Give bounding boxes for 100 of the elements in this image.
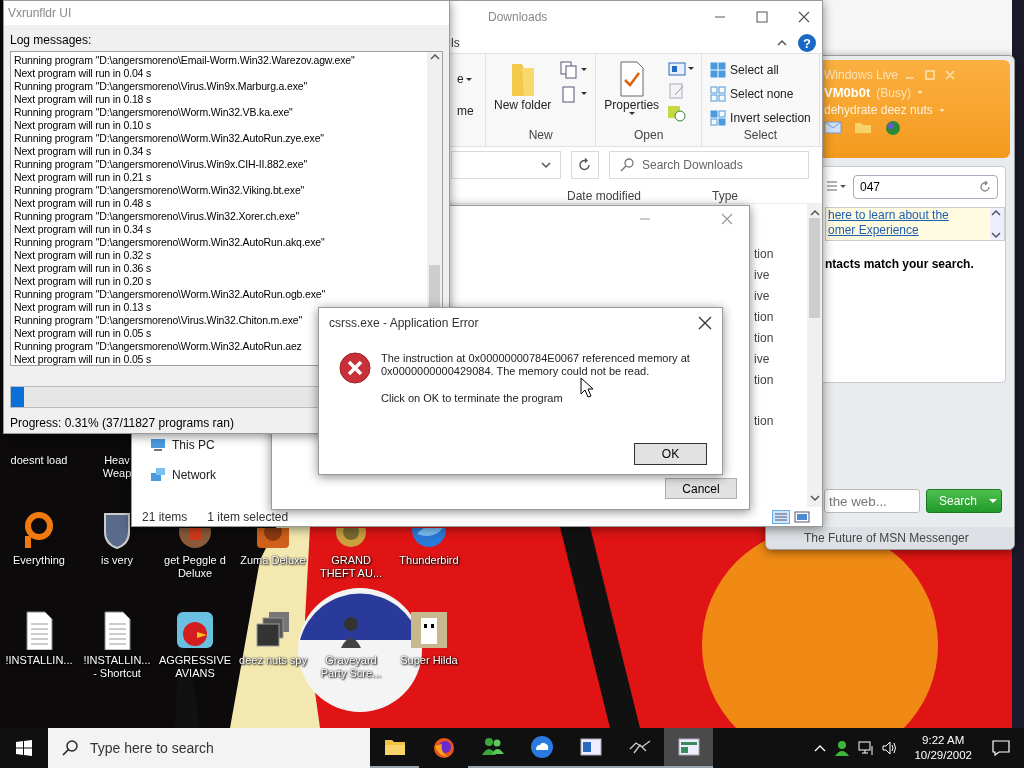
- icon-label[interactable]: get Peggle d Deluxe: [164, 554, 226, 580]
- icon-label[interactable]: AGGRESSIVE AVIANS: [158, 654, 232, 680]
- icon-label[interactable]: Graveyard Party Scre...: [320, 654, 382, 680]
- info-link[interactable]: here to learn about the: [828, 208, 990, 223]
- monitor-icon[interactable]: [150, 437, 166, 453]
- window-icon: [676, 735, 701, 759]
- log-line: Running program "D:\angersmoreno\Worm.Win32.AutoRun.aez: [14, 340, 302, 353]
- chevron-up-icon[interactable]: [776, 38, 788, 48]
- refresh-button[interactable]: [571, 151, 599, 179]
- column-header[interactable]: Date modified: [567, 189, 712, 203]
- log-line: Running program "D:\angersmoreno\Worm.Win32.AutoRun.zye.exe": [14, 132, 324, 145]
- icon-label[interactable]: Heav Weap: [102, 454, 132, 480]
- caret-icon: [989, 499, 997, 503]
- scrollbar[interactable]: [807, 204, 822, 507]
- ribbon-tab[interactable]: ls: [451, 36, 776, 50]
- help-button[interactable]: ?: [798, 34, 816, 52]
- log-line: Next program will run in 0.32 s: [14, 249, 152, 262]
- nav-item[interactable]: Network: [172, 468, 216, 482]
- group-label: Open: [633, 128, 665, 144]
- new-folder-button[interactable]: New folder: [492, 58, 554, 128]
- log-line: Next program will run in 0.34 s: [14, 145, 152, 158]
- caret-icon[interactable]: [465, 77, 472, 81]
- ribbon-label[interactable]: me: [457, 104, 474, 118]
- log-line: Next program will run in 0.05 s: [14, 353, 152, 366]
- maximize-icon[interactable]: [756, 11, 768, 23]
- close-icon[interactable]: [698, 316, 712, 330]
- fox-icon: [431, 736, 456, 760]
- picture-view-icon[interactable]: [794, 509, 810, 524]
- globe-icon[interactable]: [884, 120, 902, 136]
- icon-label[interactable]: is very: [101, 554, 133, 567]
- log-line: Next program will run in 0.13 s: [14, 301, 152, 314]
- windows-logo-icon[interactable]: [16, 740, 32, 756]
- log-line: Running program "D:\angersmoreno\Worm.Win32.AutoRun.ogb.exe": [14, 288, 326, 301]
- log-line: Next program will run in 0.21 s: [14, 171, 152, 184]
- open-icon[interactable]: [667, 60, 696, 78]
- details-view-icon[interactable]: [772, 509, 790, 524]
- log-line: Next program will run in 0.20 s: [14, 275, 152, 288]
- person-icon[interactable]: [834, 740, 851, 756]
- log-line: Next program will run in 0.05 s: [14, 327, 152, 340]
- volume-icon[interactable]: [882, 740, 899, 756]
- info-link[interactable]: omer Experience: [828, 223, 990, 238]
- column-header[interactable]: Type: [712, 189, 738, 203]
- log-line: Running program "D:\angersmoreno\Email-Worm.Win32.Warezov.agw.exe": [14, 54, 355, 67]
- properties-button[interactable]: Properties: [602, 58, 662, 128]
- network-icon[interactable]: [858, 740, 875, 756]
- icon-label[interactable]: Everything: [13, 554, 65, 567]
- history-icon[interactable]: [667, 104, 688, 122]
- window-icon: [578, 735, 603, 759]
- icon-label[interactable]: GRAND THEFT AU...: [319, 554, 383, 580]
- ok-button[interactable]: OK: [634, 443, 707, 465]
- new-item-icon[interactable]: [559, 84, 590, 104]
- table-cell-text: tion: [754, 309, 775, 326]
- chevron-up-icon[interactable]: [990, 208, 1002, 218]
- log-line: Next program will run in 0.36 s: [14, 262, 152, 275]
- taskbar-button[interactable]: [664, 728, 713, 768]
- log-label: Log messages:: [10, 33, 93, 47]
- select-option[interactable]: Invert selection: [708, 108, 813, 128]
- web-search-field[interactable]: the web...: [824, 489, 920, 513]
- select-option[interactable]: Select none: [708, 84, 813, 104]
- chevron-up-icon[interactable]: [428, 52, 441, 62]
- chevron-up-icon[interactable]: [814, 743, 827, 753]
- table-cell-text: tion: [754, 330, 775, 347]
- table-cell-text: ive: [754, 351, 771, 368]
- chevron-down-icon[interactable]: [540, 160, 552, 170]
- close-icon[interactable]: [798, 11, 810, 23]
- icon-label[interactable]: Thunderbird: [399, 554, 459, 567]
- search-field[interactable]: 047: [853, 175, 998, 199]
- mail-icon[interactable]: [824, 120, 842, 134]
- log-line: Running program "D:\angersmoreno\Worm.Win32.AutoRun.akq.exe": [14, 236, 325, 249]
- log-line: Next program will run in 0.48 s: [14, 197, 152, 210]
- clear-search-icon[interactable]: [979, 181, 991, 193]
- icon-label[interactable]: doesnt load: [10, 454, 68, 467]
- clock-date[interactable]: 10/29/2002: [914, 748, 972, 763]
- taskbar-search-field[interactable]: Type here to search: [48, 728, 370, 768]
- window-title: Downloads: [488, 10, 549, 24]
- bird-icon[interactable]: [175, 610, 215, 650]
- icon-label[interactable]: !INSTALLIN... - Shortcut: [83, 654, 151, 680]
- ribbon-label[interactable]: e: [457, 72, 464, 86]
- clock-time[interactable]: 9:22 AM: [922, 733, 965, 748]
- select-option[interactable]: Select all: [708, 60, 813, 80]
- chevron-down-icon[interactable]: [990, 230, 1002, 240]
- notification-icon[interactable]: [992, 740, 1010, 756]
- log-line: Running program "D:\angersmoreno\Virus.Win9x.CIH-II.882.exe": [14, 158, 307, 171]
- cancel-button[interactable]: Cancel: [665, 478, 737, 499]
- brand-label: Windows Live: [824, 68, 899, 82]
- scroll-thumb[interactable]: [809, 218, 820, 318]
- caret-icon: [628, 112, 635, 115]
- chevron-down-icon[interactable]: [808, 493, 821, 503]
- nav-item[interactable]: This PC: [172, 438, 215, 452]
- group-label: Select: [742, 128, 779, 144]
- table-cell-text: tion: [754, 413, 775, 430]
- group-label: New: [527, 128, 554, 144]
- chevron-up-icon[interactable]: [808, 208, 821, 218]
- search-icon: [620, 158, 634, 172]
- icon-label[interactable]: !INSTALLIN...: [5, 654, 73, 667]
- log-line: Next program will run in 0.04 s: [14, 67, 152, 80]
- list-view-icon[interactable]: [825, 180, 847, 194]
- search-field[interactable]: Search Downloads: [609, 151, 809, 179]
- pixel-figure-icon[interactable]: [409, 610, 449, 650]
- copy-items-icon[interactable]: [559, 60, 590, 80]
